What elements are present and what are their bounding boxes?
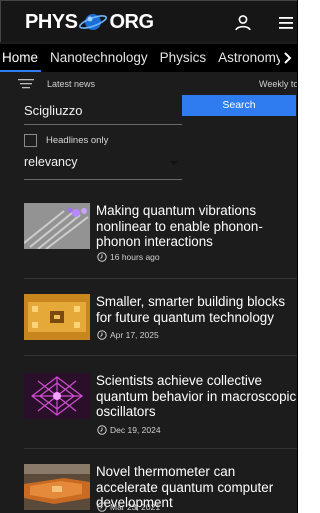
divider [24,355,297,356]
search-input[interactable] [24,97,182,125]
article-thumbnail [24,203,90,249]
article-title[interactable]: Making quantum vibrations nonlinear to e… [96,203,297,250]
article-meta: 16 hours ago [97,252,160,262]
article-time: 16 hours ago [110,252,160,262]
article-title[interactable]: Smaller, smarter building blocks for fut… [96,294,297,325]
tab-nanotechnology[interactable]: Nanotechnology [44,44,154,72]
article-meta: Apr 17, 2025 [97,330,159,340]
clock-icon [97,425,107,435]
top-bar: PHYS ORG [0,0,297,42]
site-logo[interactable]: PHYS ORG [25,11,154,33]
weekly-top-tab[interactable]: Weekly top [259,79,297,89]
headlines-only-option[interactable]: Headlines only [24,133,108,147]
tab-home[interactable]: Home [0,44,44,72]
logo-text-right: ORG [109,10,154,33]
article-time: Apr 17, 2025 [110,330,159,340]
article-meta: Mar 23, 2021 [97,502,160,512]
headlines-only-label: Headlines only [46,134,109,146]
article-thumbnail [24,294,90,340]
sort-select[interactable]: relevancy [24,150,182,180]
filter-icon[interactable] [18,78,34,92]
filter-row: Latest news Weekly top [0,76,297,92]
category-nav: Home Nanotechnology Physics Astronomy [0,44,297,72]
latest-news-tab[interactable]: Latest news [47,79,95,89]
headlines-only-checkbox[interactable] [24,133,37,147]
article-time: Dec 19, 2024 [110,425,161,435]
caret-down-icon [170,161,178,165]
chevron-right-icon[interactable] [280,44,294,72]
tab-physics[interactable]: Physics [154,44,213,72]
article-thumbnail [24,464,90,510]
user-icon[interactable] [233,13,253,33]
article-time: Mar 23, 2021 [110,502,161,512]
tab-astronomy[interactable]: Astronomy [212,44,289,72]
sort-select-value: relevancy [24,155,78,169]
article-meta: Dec 19, 2024 [97,425,161,435]
phone-screen: PHYS ORG Home Nanotechnology Physics Ast… [0,0,298,513]
globe-icon [79,14,108,30]
article-thumbnail [24,373,90,419]
logo-text-left: PHYS [25,10,78,33]
clock-icon [97,502,107,512]
divider [24,448,297,449]
search-button[interactable]: Search [182,95,296,116]
clock-icon [97,252,107,262]
clock-icon [97,330,107,340]
hamburger-menu-icon[interactable] [276,13,296,33]
article-title[interactable]: Scientists achieve collective quantum be… [96,373,297,420]
divider [24,278,297,279]
